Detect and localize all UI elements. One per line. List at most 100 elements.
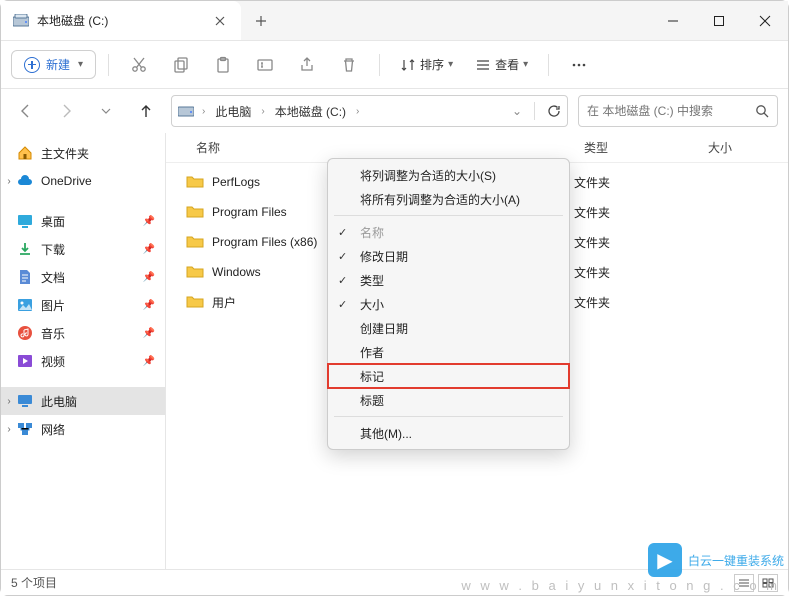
search-box[interactable] [578, 95, 778, 127]
folder-icon [186, 265, 204, 279]
breadcrumb-thispc[interactable]: 此电脑 [213, 101, 253, 122]
file-type: 文件夹 [574, 257, 610, 287]
ctx-fit-all[interactable]: 将所有列调整为合适的大小(A) [328, 187, 569, 211]
breadcrumb-drive[interactable]: 本地磁盘 (C:) [273, 101, 348, 122]
sidebar-item-label: 桌面 [41, 213, 65, 230]
sidebar-item-desktop[interactable]: 桌面 📌 [1, 207, 165, 235]
sidebar-item-music[interactable]: 音乐 📌 [1, 319, 165, 347]
sidebar-item-label: 音乐 [41, 325, 65, 342]
chevron-down-icon: ▾ [78, 59, 83, 70]
maximize-button[interactable] [696, 1, 742, 40]
sidebar-item-network[interactable]: › 网络 [1, 415, 165, 443]
pin-icon: 📌 [143, 272, 155, 283]
watermark: ▶ 白云一键重装系统 [648, 543, 784, 577]
back-button[interactable] [11, 96, 41, 126]
up-button[interactable] [131, 96, 161, 126]
file-name: 用户 [212, 294, 236, 311]
recent-dropdown[interactable] [91, 96, 121, 126]
new-button[interactable]: 新建 ▾ [11, 50, 96, 79]
separator [334, 416, 563, 417]
tab-active[interactable]: 本地磁盘 (C:) [1, 1, 241, 40]
ctx-fit-column[interactable]: 将列调整为合适的大小(S) [328, 163, 569, 187]
address-dropdown[interactable]: ⌄ [512, 104, 522, 118]
check-icon: ✓ [338, 250, 347, 263]
sidebar-item-documents[interactable]: 文档 📌 [1, 263, 165, 291]
chevron-right-icon[interactable]: › [3, 396, 15, 407]
view-button[interactable]: 查看 ▾ [467, 52, 536, 77]
search-input[interactable] [587, 104, 755, 118]
folder-icon [186, 175, 204, 189]
copy-button[interactable] [163, 49, 199, 81]
ctx-tags[interactable]: 标记 [328, 364, 569, 388]
ctx-author[interactable]: 作者 [328, 340, 569, 364]
view-label: 查看 [495, 56, 519, 73]
sidebar-item-label: 下载 [41, 241, 65, 258]
watermark-text: 白云一键重装系统 [688, 552, 784, 569]
chevron-right-icon[interactable]: › [354, 106, 361, 117]
sort-icon [400, 57, 416, 73]
ctx-title[interactable]: 标题 [328, 388, 569, 412]
desktop-icon [17, 213, 33, 229]
file-name: Windows [212, 265, 261, 279]
drive-icon [178, 104, 194, 118]
paste-button[interactable] [205, 49, 241, 81]
sidebar-item-downloads[interactable]: 下载 📌 [1, 235, 165, 263]
sidebar-item-videos[interactable]: 视频 📌 [1, 347, 165, 375]
chevron-right-icon[interactable]: › [3, 424, 15, 435]
column-type[interactable]: 类型 [574, 139, 674, 156]
forward-button[interactable] [51, 96, 81, 126]
file-name: Program Files [212, 205, 287, 219]
rename-button[interactable] [247, 49, 283, 81]
chevron-down-icon: ▾ [448, 59, 453, 70]
folder-icon [186, 295, 204, 309]
more-button[interactable] [561, 49, 597, 81]
close-button[interactable] [742, 1, 788, 40]
address-bar[interactable]: › 此电脑 › 本地磁盘 (C:) › ⌄ [171, 95, 568, 127]
ctx-more[interactable]: 其他(M)... [328, 421, 569, 445]
item-count: 5 个项目 [11, 574, 57, 591]
window-controls [650, 1, 788, 40]
watermark-icon: ▶ [648, 543, 682, 577]
sidebar-item-label: 视频 [41, 353, 65, 370]
toolbar: 新建 ▾ 排序 ▾ 查看 ▾ [1, 41, 788, 89]
sort-button[interactable]: 排序 ▾ [392, 52, 461, 77]
delete-button[interactable] [331, 49, 367, 81]
tab-close-button[interactable] [211, 12, 229, 30]
separator [334, 215, 563, 216]
ctx-size[interactable]: ✓大小 [328, 292, 569, 316]
file-type: 文件夹 [574, 287, 610, 317]
sidebar-item-onedrive[interactable]: › OneDrive [1, 167, 165, 195]
document-icon [17, 269, 33, 285]
cut-button[interactable] [121, 49, 157, 81]
folder-icon [186, 235, 204, 249]
titlebar: 本地磁盘 (C:) [1, 1, 788, 41]
chevron-right-icon[interactable]: › [3, 176, 15, 187]
check-icon: ✓ [338, 274, 347, 287]
new-tab-button[interactable] [241, 1, 281, 40]
chevron-right-icon[interactable]: › [259, 106, 266, 117]
new-button-label: 新建 [46, 56, 70, 73]
sidebar-item-thispc[interactable]: › 此电脑 [1, 387, 165, 415]
ctx-type[interactable]: ✓类型 [328, 268, 569, 292]
ctx-date-created[interactable]: 创建日期 [328, 316, 569, 340]
address-row: › 此电脑 › 本地磁盘 (C:) › ⌄ [1, 89, 788, 133]
column-size[interactable]: 大小 [698, 139, 742, 156]
sort-label: 排序 [420, 56, 444, 73]
home-icon [17, 145, 33, 161]
ctx-date-modified[interactable]: ✓修改日期 [328, 244, 569, 268]
share-button[interactable] [289, 49, 325, 81]
chevron-right-icon[interactable]: › [200, 106, 207, 117]
refresh-button[interactable] [547, 104, 561, 118]
column-name[interactable]: 名称 [166, 139, 416, 156]
sidebar-item-home[interactable]: 主文件夹 [1, 139, 165, 167]
tab-title: 本地磁盘 (C:) [37, 12, 211, 29]
pin-icon: 📌 [143, 300, 155, 311]
file-type: 文件夹 [574, 197, 610, 227]
file-name: PerfLogs [212, 175, 260, 189]
sidebar-item-pictures[interactable]: 图片 📌 [1, 291, 165, 319]
minimize-button[interactable] [650, 1, 696, 40]
search-icon[interactable] [755, 104, 769, 118]
file-type: 文件夹 [574, 227, 610, 257]
network-icon [17, 421, 33, 437]
computer-icon [17, 393, 33, 409]
